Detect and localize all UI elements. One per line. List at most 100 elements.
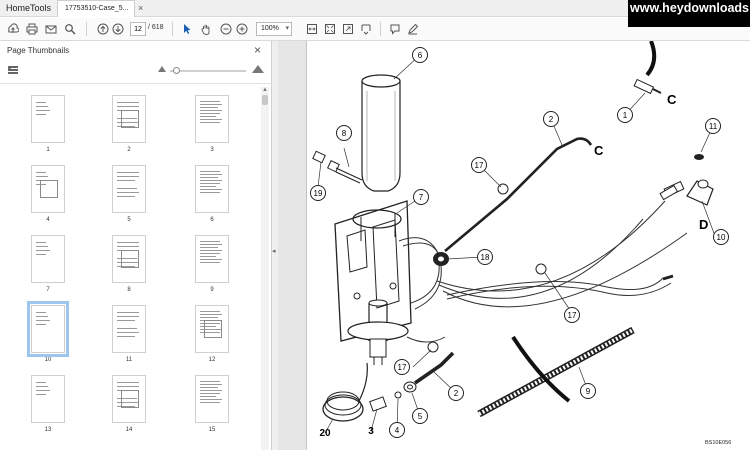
thumbnail-page-10[interactable]: 10: [27, 301, 69, 363]
part-fittings: [369, 381, 417, 412]
print-icon[interactable]: [25, 22, 38, 36]
hand-icon[interactable]: [199, 22, 212, 36]
select-cursor-icon[interactable]: [180, 22, 193, 36]
thumbnail-size-slider[interactable]: [170, 67, 246, 74]
thumbnail-image[interactable]: [31, 375, 65, 423]
thumbnail-page-1[interactable]: 1: [28, 95, 68, 153]
pen-icon[interactable]: [406, 22, 419, 36]
thumbnail-text-line: [200, 110, 222, 111]
thumbnail-image[interactable]: [31, 165, 65, 213]
fit-page-icon[interactable]: [323, 22, 336, 36]
thumbnail-page-7[interactable]: 7: [28, 235, 68, 293]
scrollbar-thumb[interactable]: [262, 95, 268, 105]
thumbnail-text-line: [200, 119, 222, 120]
fit-width-icon[interactable]: [305, 22, 318, 36]
thumbnail-text-line: [200, 314, 222, 315]
arrow-c-top: [645, 41, 657, 77]
thumbnail-page-12[interactable]: 12: [192, 305, 232, 363]
callout-number-3: 3: [368, 426, 374, 437]
thumbnail-text-line: [200, 256, 216, 257]
thumbnail-text-line: [36, 110, 50, 111]
scroll-mode-icon[interactable]: [359, 22, 372, 36]
thumbnail-text-line: [36, 312, 46, 313]
thumbnail-page-6[interactable]: 6: [192, 165, 232, 223]
thumbnail-page-13[interactable]: 13: [28, 375, 68, 433]
thumbnail-page-15[interactable]: 15: [192, 375, 232, 433]
thumbnail-panel: Page Thumbnails × ▾ 12345678910111213141…: [0, 41, 272, 450]
thumbnail-size-large-icon[interactable]: [252, 65, 264, 73]
thumbnail-text-line: [36, 382, 46, 383]
thumbnail-text-line: [200, 311, 220, 312]
email-icon[interactable]: [44, 22, 57, 36]
thumbnail-image[interactable]: [112, 305, 146, 353]
part-wire-end: [662, 274, 674, 281]
thumbnail-page-3[interactable]: 3: [192, 95, 232, 153]
thumbnail-text-line: [200, 183, 220, 184]
thumbnail-scrollbar[interactable]: ▲: [261, 87, 269, 450]
part-washer: [694, 154, 704, 160]
thumbnail-image[interactable]: [112, 235, 146, 283]
thumbnail-text-line: [117, 332, 139, 333]
connector-letter-c: C: [667, 92, 677, 107]
thumbnail-image[interactable]: [31, 235, 65, 283]
callout-number-9: 9: [586, 387, 591, 396]
scroll-up-icon[interactable]: ▲: [262, 87, 268, 93]
thumbnail-text-line: [36, 394, 46, 395]
document-page[interactable]: 1 2 2 3 4 5 6 7 8 9 10 11 17 17 17 18 19 20 C C D BS10E056: [306, 41, 750, 450]
thumbnail-image[interactable]: [195, 235, 229, 283]
thumbnail-image[interactable]: [112, 165, 146, 213]
zoom-out-icon[interactable]: [219, 22, 232, 36]
page-down-icon[interactable]: [111, 22, 124, 36]
thumbnail-image[interactable]: [195, 95, 229, 143]
thumbnail-image[interactable]: [31, 95, 65, 143]
thumbnail-image[interactable]: [27, 301, 69, 357]
callout-number-10: 10: [717, 233, 726, 242]
thumbnail-page-14[interactable]: 14: [109, 375, 149, 433]
tab-close-icon[interactable]: ×: [138, 3, 143, 13]
rotate-view-icon[interactable]: [341, 22, 354, 36]
page-number-input[interactable]: [130, 22, 146, 36]
thumbnail-options-icon[interactable]: ▾: [8, 65, 24, 75]
menu-tools[interactable]: Tools: [30, 3, 51, 13]
thumbnail-illustration: [40, 180, 58, 198]
thumbnail-image[interactable]: [112, 375, 146, 423]
thumbnail-page-8[interactable]: 8: [109, 235, 149, 293]
thumbnail-page-11[interactable]: 11: [109, 305, 149, 363]
thumbnail-page-4[interactable]: 4: [28, 165, 68, 223]
callout-number-2: 2: [454, 389, 459, 398]
part-clamps: [427, 183, 547, 353]
thumbnail-image[interactable]: [112, 95, 146, 143]
thumbnail-image[interactable]: [195, 375, 229, 423]
panel-close-icon[interactable]: ×: [254, 43, 261, 57]
thumbnail-image[interactable]: [195, 305, 229, 353]
zoom-level-dropdown[interactable]: 100% ▾: [256, 22, 292, 36]
zoom-dropdown-icon[interactable]: ▾: [285, 24, 289, 32]
thumbnail-image[interactable]: [195, 165, 229, 213]
thumbnail-size-small-icon[interactable]: [158, 66, 166, 72]
part-coil-hose: [322, 362, 368, 422]
thumbnail-page-5[interactable]: 5: [109, 165, 149, 223]
upload-icon[interactable]: [6, 22, 19, 36]
thumbnail-text-line: [36, 250, 50, 251]
part-connector: [633, 78, 662, 95]
search-icon[interactable]: [63, 22, 76, 36]
part-hose-upper: [444, 137, 593, 252]
page-up-icon[interactable]: [96, 22, 109, 36]
toolbar-separator: [86, 22, 87, 36]
thumbnail-text-line: [200, 387, 218, 388]
menu-home[interactable]: Home: [6, 3, 30, 13]
zoom-in-icon[interactable]: [235, 22, 248, 36]
thumbnail-text-line: [36, 390, 50, 391]
slider-handle[interactable]: [173, 67, 180, 74]
toolbar-separator: [380, 22, 381, 36]
callout-number-17: 17: [398, 363, 407, 372]
thumbnail-text-line: [117, 172, 139, 173]
thumbnail-page-9[interactable]: 9: [192, 235, 232, 293]
comment-icon[interactable]: [388, 22, 401, 36]
thumbnail-text-line: [200, 177, 218, 178]
document-tab[interactable]: 17753510-Case_5...: [57, 0, 135, 17]
collapse-panel-icon[interactable]: ◂: [272, 247, 276, 255]
thumbnail-page-2[interactable]: 2: [109, 95, 149, 153]
thumbnail-text-line: [36, 106, 48, 107]
part-bracket: [334, 200, 412, 365]
